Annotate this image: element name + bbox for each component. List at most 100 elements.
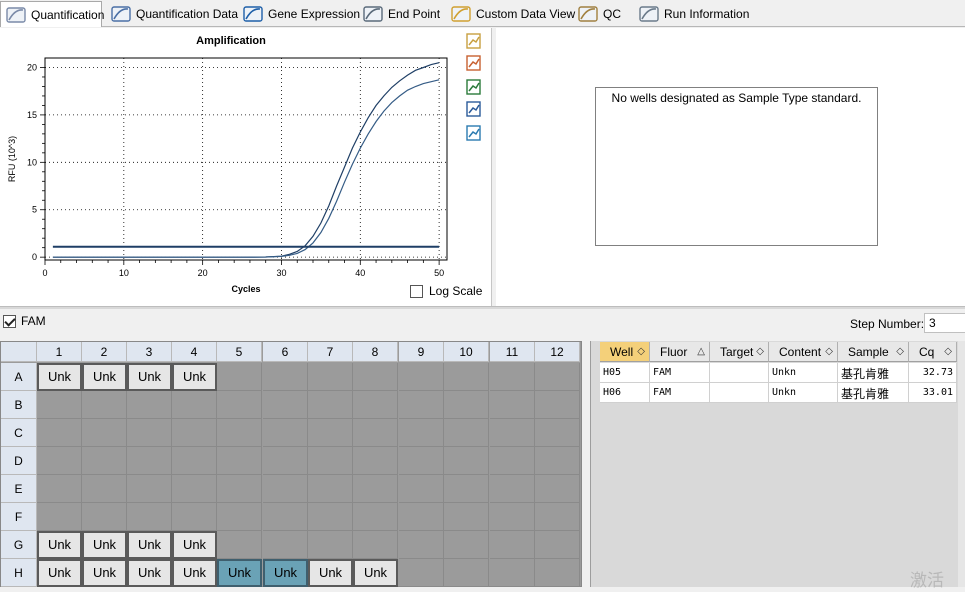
zoom-icon[interactable] — [464, 100, 484, 118]
well-f8[interactable] — [353, 503, 398, 531]
well-f6[interactable] — [263, 503, 308, 531]
well-g7[interactable] — [308, 531, 353, 559]
well-c2[interactable] — [82, 419, 127, 447]
results-cell-content[interactable]: Unkn — [769, 363, 838, 383]
sort-icon[interactable]: △ — [697, 346, 705, 357]
well-a9[interactable] — [399, 363, 444, 391]
log-scale-toggle[interactable]: Log Scale — [410, 284, 482, 298]
save-image-icon[interactable] — [464, 78, 484, 96]
results-cell-cq[interactable]: 32.73 — [909, 363, 957, 383]
well-a4[interactable]: Unk — [172, 363, 217, 391]
well-h11[interactable] — [490, 559, 535, 587]
well-e12[interactable] — [535, 475, 580, 503]
plate-column-header[interactable]: 7 — [308, 342, 353, 362]
well-b5[interactable] — [217, 391, 262, 419]
well-e8[interactable] — [353, 475, 398, 503]
well-d6[interactable] — [263, 447, 308, 475]
well-b2[interactable] — [82, 391, 127, 419]
plate-corner[interactable] — [1, 342, 37, 362]
well-f3[interactable] — [127, 503, 172, 531]
fam-toggle[interactable]: FAM — [3, 314, 46, 328]
results-cell-well[interactable]: H06 — [600, 383, 650, 403]
well-h3[interactable]: Unk — [127, 559, 172, 587]
well-g8[interactable] — [353, 531, 398, 559]
well-h2[interactable]: Unk — [82, 559, 127, 587]
well-d9[interactable] — [399, 447, 444, 475]
results-cell-well[interactable]: H05 — [600, 363, 650, 383]
sort-icon[interactable]: ◇ — [756, 346, 764, 357]
plate-column-header[interactable]: 3 — [127, 342, 172, 362]
well-d7[interactable] — [308, 447, 353, 475]
well-f12[interactable] — [535, 503, 580, 531]
well-e6[interactable] — [263, 475, 308, 503]
well-d4[interactable] — [172, 447, 217, 475]
plate-column-header[interactable]: 6 — [263, 342, 308, 362]
well-g4[interactable]: Unk — [172, 531, 217, 559]
plate-column-header[interactable]: 8 — [353, 342, 398, 362]
results-cell-target[interactable] — [710, 363, 769, 383]
plate-column-header[interactable]: 10 — [444, 342, 489, 362]
well-c10[interactable] — [444, 419, 489, 447]
step-number-select[interactable]: 3 — [924, 313, 965, 333]
well-h1[interactable]: Unk — [37, 559, 82, 587]
well-g2[interactable]: Unk — [82, 531, 127, 559]
plate-column-header[interactable]: 11 — [490, 342, 535, 362]
well-a8[interactable] — [353, 363, 398, 391]
well-e2[interactable] — [82, 475, 127, 503]
results-header-cq[interactable]: Cq ◇ — [909, 342, 957, 362]
well-a2[interactable]: Unk — [82, 363, 127, 391]
well-b10[interactable] — [444, 391, 489, 419]
results-header-sample[interactable]: Sample ◇ — [838, 342, 909, 362]
fam-checkbox[interactable] — [3, 314, 16, 328]
well-h12[interactable] — [535, 559, 580, 587]
well-b8[interactable] — [353, 391, 398, 419]
results-scrollbar[interactable] — [958, 341, 965, 587]
well-a7[interactable] — [308, 363, 353, 391]
well-b1[interactable] — [37, 391, 82, 419]
well-e10[interactable] — [444, 475, 489, 503]
well-g9[interactable] — [399, 531, 444, 559]
well-a3[interactable]: Unk — [127, 363, 172, 391]
well-d3[interactable] — [127, 447, 172, 475]
plate-row-header[interactable]: F — [1, 503, 37, 531]
well-f7[interactable] — [308, 503, 353, 531]
well-e9[interactable] — [399, 475, 444, 503]
well-h4[interactable]: Unk — [172, 559, 217, 587]
well-f1[interactable] — [37, 503, 82, 531]
well-c12[interactable] — [535, 419, 580, 447]
well-b3[interactable] — [127, 391, 172, 419]
plate-row-header[interactable]: G — [1, 531, 37, 559]
export-icon[interactable] — [464, 54, 484, 72]
well-g12[interactable] — [535, 531, 580, 559]
tab-run-information[interactable]: Run Information — [634, 1, 749, 26]
well-e4[interactable] — [172, 475, 217, 503]
well-c8[interactable] — [353, 419, 398, 447]
plate-row-header[interactable]: D — [1, 447, 37, 475]
plate-row-header[interactable]: H — [1, 559, 37, 587]
well-a12[interactable] — [535, 363, 580, 391]
plate-row-header[interactable]: E — [1, 475, 37, 503]
plate-column-header[interactable]: 9 — [399, 342, 444, 362]
well-b7[interactable] — [308, 391, 353, 419]
log-scale-checkbox[interactable] — [410, 284, 423, 298]
results-cell-sample[interactable]: 基孔肯雅 — [838, 363, 909, 383]
plate-row-header[interactable]: A — [1, 363, 37, 391]
well-d2[interactable] — [82, 447, 127, 475]
well-g11[interactable] — [490, 531, 535, 559]
copy-icon[interactable] — [464, 32, 484, 50]
well-a6[interactable] — [263, 363, 308, 391]
well-f9[interactable] — [399, 503, 444, 531]
well-b12[interactable] — [535, 391, 580, 419]
well-h6[interactable]: Unk — [263, 559, 308, 587]
well-g3[interactable]: Unk — [127, 531, 172, 559]
curve-settings-icon[interactable] — [464, 124, 484, 142]
well-h8[interactable]: Unk — [353, 559, 398, 587]
well-a1[interactable]: Unk — [37, 363, 82, 391]
well-f2[interactable] — [82, 503, 127, 531]
well-c4[interactable] — [172, 419, 217, 447]
tab-gene-expression[interactable]: Gene Expression — [238, 1, 360, 26]
well-c9[interactable] — [399, 419, 444, 447]
well-h5[interactable]: Unk — [217, 559, 262, 587]
plate-column-header[interactable]: 4 — [172, 342, 217, 362]
well-h10[interactable] — [444, 559, 489, 587]
